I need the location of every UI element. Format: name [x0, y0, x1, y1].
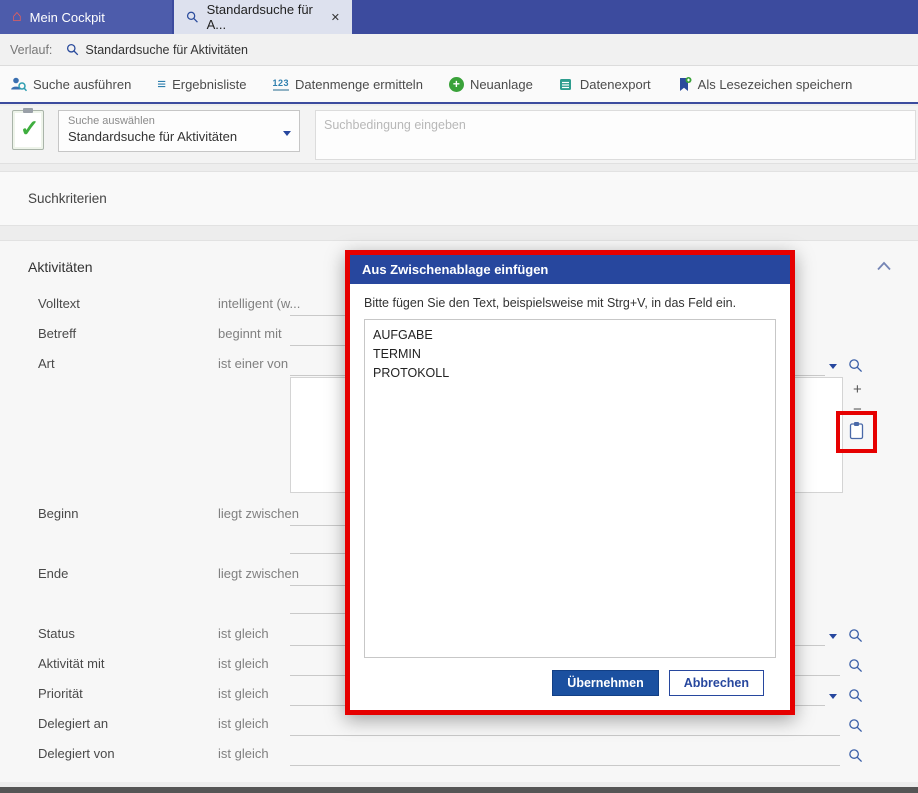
button-label: Als Lesezeichen speichern [698, 77, 853, 92]
chevron-down-icon[interactable] [829, 694, 837, 699]
close-icon[interactable]: ✕ [331, 11, 340, 24]
check-icon: ✓ [20, 117, 39, 140]
search-select-dropdown[interactable]: Suche auswählen Standardsuche für Aktivi… [58, 110, 300, 152]
field-label: Art [38, 356, 55, 371]
operator-dropdown[interactable]: liegt zwischen [218, 566, 299, 581]
lookup-search-icon[interactable] [848, 658, 863, 673]
field-label: Volltext [38, 296, 80, 311]
result-list-button[interactable]: ≡ Ergebnisliste [157, 76, 246, 93]
tab-label: Standardsuche für A... [207, 2, 323, 32]
button-label: Datenexport [580, 77, 651, 92]
activities-title: Aktivitäten [28, 259, 93, 275]
field-label: Status [38, 626, 75, 641]
history-label: Verlauf: [10, 43, 52, 57]
field-label: Delegiert von [38, 746, 115, 761]
operator-dropdown[interactable]: intelligent (w... [218, 296, 300, 311]
lookup-search-icon[interactable] [848, 628, 863, 643]
tab-standardsuche[interactable]: Standardsuche für A... ✕ [174, 0, 352, 34]
field-label: Betreff [38, 326, 76, 341]
operator-dropdown[interactable]: ist gleich [218, 716, 269, 731]
form-row-delegiert-an: Delegiert an ist gleich [0, 716, 918, 738]
dialog-body: Bitte fügen Sie den Text, beispielsweise… [350, 284, 790, 710]
criteria-title: Suchkriterien [28, 191, 107, 206]
chevron-down-icon[interactable] [829, 634, 837, 639]
tab-label: Mein Cockpit [30, 10, 105, 25]
search-selection-bar: ✓ Suche auswählen Standardsuche für Akti… [0, 106, 918, 164]
window-bottom-edge [0, 787, 918, 793]
paste-from-clipboard-icon[interactable] [848, 421, 865, 440]
field-label: Aktivität mit [38, 656, 104, 671]
app-window: ⌂ Mein Cockpit Standardsuche für A... ✕ … [0, 0, 918, 793]
lookup-search-icon[interactable] [848, 748, 863, 763]
operator-dropdown[interactable]: ist gleich [218, 656, 269, 671]
dialog-button-row: Übernehmen Abbrechen [364, 670, 776, 696]
tab-mein-cockpit[interactable]: ⌂ Mein Cockpit [0, 0, 172, 34]
text-input[interactable] [290, 716, 840, 736]
operator-dropdown[interactable]: liegt zwischen [218, 506, 299, 521]
clipboard-clip [23, 108, 33, 113]
search-select-value: Standardsuche für Aktivitäten [68, 129, 275, 144]
search-icon [186, 10, 199, 24]
operator-dropdown[interactable]: ist gleich [218, 626, 269, 641]
lookup-search-icon[interactable] [848, 358, 863, 373]
run-search-button[interactable]: Suche ausführen [10, 76, 131, 92]
person-search-icon [10, 76, 27, 92]
criteria-section-header: Suchkriterien [0, 171, 918, 226]
saved-search-check-icon: ✓ [12, 110, 44, 150]
chevron-up-icon[interactable] [876, 261, 892, 271]
button-label: Ergebnisliste [172, 77, 246, 92]
operator-dropdown[interactable]: beginnt mit [218, 326, 282, 341]
field-label: Delegiert an [38, 716, 108, 731]
clipboard-paste-textarea[interactable]: AUFGABE TERMIN PROTOKOLL [364, 319, 776, 658]
operator-dropdown[interactable]: ist gleich [218, 686, 269, 701]
history-item[interactable]: Standardsuche für Aktivitäten [85, 43, 248, 57]
dialog-instruction: Bitte fügen Sie den Text, beispielsweise… [364, 296, 776, 310]
list-icon: ≡ [157, 76, 166, 93]
count-records-button[interactable]: 123 Datenmenge ermitteln [273, 77, 423, 92]
button-label: Suche ausführen [33, 77, 131, 92]
remove-value-button[interactable]: − [853, 402, 862, 417]
new-record-button[interactable]: + Neuanlage [449, 77, 533, 92]
button-label: Datenmenge ermitteln [295, 77, 423, 92]
search-condition-input[interactable]: Suchbedingung eingeben [315, 110, 916, 160]
field-label: Priorität [38, 686, 83, 701]
chevron-down-icon[interactable] [829, 364, 837, 369]
button-label: Neuanlage [470, 77, 533, 92]
operator-dropdown[interactable]: ist gleich [218, 746, 269, 761]
home-icon: ⌂ [12, 8, 22, 26]
paste-from-clipboard-dialog: Aus Zwischenablage einfügen Bitte fügen … [345, 250, 795, 715]
chevron-down-icon [283, 131, 291, 136]
bookmark-plus-icon [677, 76, 692, 92]
apply-button[interactable]: Übernehmen [552, 670, 658, 696]
tab-bar: ⌂ Mein Cockpit Standardsuche für A... ✕ [0, 0, 918, 34]
field-label: Ende [38, 566, 68, 581]
lookup-search-icon[interactable] [848, 718, 863, 733]
dialog-title-bar[interactable]: Aus Zwischenablage einfügen [350, 255, 790, 284]
operator-dropdown[interactable]: ist einer von [218, 356, 288, 371]
numbers-123-icon: 123 [273, 78, 290, 91]
toolbar: Suche ausführen ≡ Ergebnisliste 123 Date… [0, 66, 918, 104]
save-bookmark-button[interactable]: Als Lesezeichen speichern [677, 76, 853, 92]
dialog-title: Aus Zwischenablage einfügen [362, 262, 548, 277]
field-label: Beginn [38, 506, 78, 521]
condition-placeholder: Suchbedingung eingeben [324, 118, 466, 132]
lookup-search-icon[interactable] [848, 688, 863, 703]
history-bar: Verlauf: Standardsuche für Aktivitäten [0, 34, 918, 66]
data-export-button[interactable]: Datenexport [559, 77, 651, 92]
cancel-button[interactable]: Abbrechen [669, 670, 764, 696]
form-row-delegiert-von: Delegiert von ist gleich [0, 746, 918, 768]
search-select-label: Suche auswählen [68, 115, 275, 127]
add-value-button[interactable]: + [853, 382, 862, 397]
text-input[interactable] [290, 746, 840, 766]
plus-circle-icon: + [449, 77, 464, 92]
search-icon [66, 43, 79, 56]
export-table-icon [559, 77, 574, 92]
